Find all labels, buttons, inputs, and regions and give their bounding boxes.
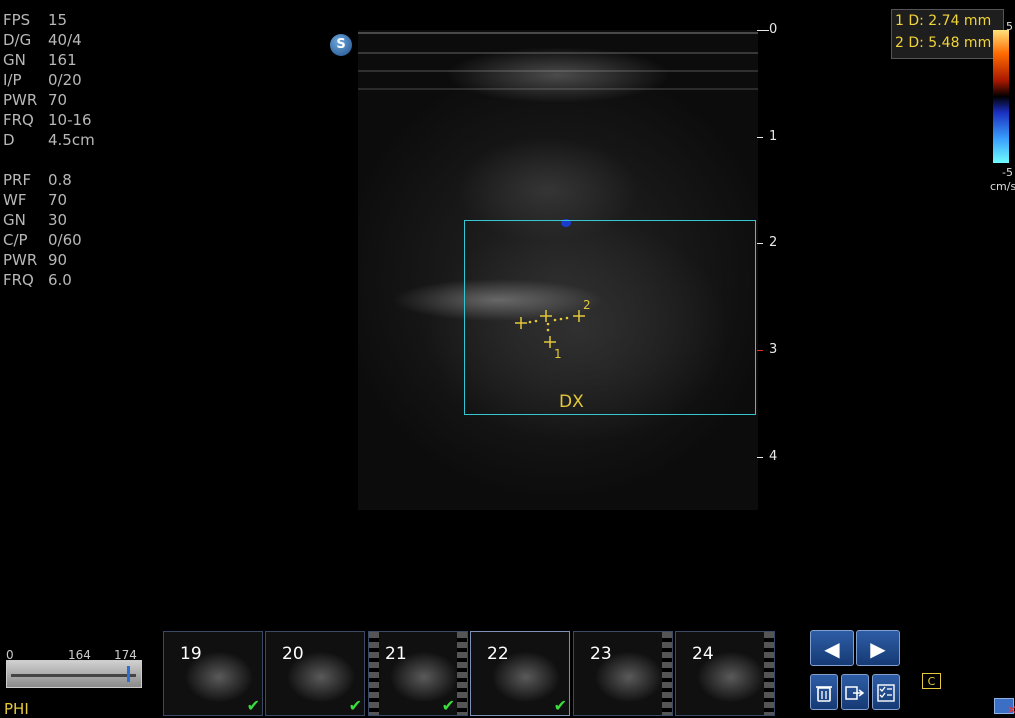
thumbnail-item[interactable]: 19 ✔: [163, 631, 263, 716]
depth-label: 4: [769, 449, 778, 464]
measurement-row: 2 D: 5.48 mm: [895, 35, 992, 51]
depth-label: 3: [769, 342, 778, 357]
phi-slider[interactable]: 0 164 174: [6, 648, 142, 690]
film-strip-icon: [662, 632, 672, 715]
prev-page-button[interactable]: ◀: [810, 630, 854, 666]
thumbnail-item[interactable]: 23: [573, 631, 673, 716]
imaging-params: FPS 15 D/G 40/4 GN 161 I/P 0/20 PWR 70 FRQ 10-…: [3, 10, 95, 150]
color-scale-unit: cm/s: [990, 180, 1015, 193]
color-roi-box[interactable]: [464, 220, 756, 415]
tissue-layer: [358, 70, 758, 72]
depth-scale: 0 1 2 3 4: [757, 20, 797, 490]
thumbnail-item[interactable]: 22 ✔: [470, 631, 570, 716]
next-arrow-icon: ▶: [870, 637, 886, 661]
thumbnail-number: 20: [282, 644, 304, 664]
tissue-layer: [358, 88, 758, 90]
param-row: FRQ 6.0: [3, 271, 72, 289]
depth-tick: [757, 137, 763, 138]
tissue-layer: [358, 52, 758, 54]
export-icon: [845, 686, 865, 700]
param-row: D/G 40/4: [3, 31, 82, 49]
thumbnail-item[interactable]: 24: [675, 631, 775, 716]
roi-label: DX: [559, 392, 584, 412]
param-row: FPS 15: [3, 11, 68, 29]
sono-logo-icon: S: [330, 34, 352, 56]
depth-tick: [757, 243, 763, 244]
thumbnail-item[interactable]: 21 ✔: [368, 631, 468, 716]
tissue-layer: [358, 32, 758, 34]
check-icon: ✔: [553, 696, 567, 715]
thumbnail-strip: 19 ✔ 20 ✔ 21 ✔ 22 ✔ 23 24: [163, 631, 775, 716]
measurement-results: 1 D: 2.74 mm 2 D: 5.48 mm: [891, 9, 1004, 59]
focus-marker-icon: [757, 350, 763, 351]
checklist-icon: [877, 684, 895, 702]
disconnect-icon: ✕: [1006, 703, 1015, 717]
param-row: FRQ 10-16: [3, 111, 92, 129]
param-row: I/P 0/20: [3, 71, 82, 89]
phi-slider-handle[interactable]: [127, 666, 130, 682]
thumbnail-number: 24: [692, 644, 714, 664]
thumbnail-number: 23: [590, 644, 612, 664]
color-scale-bottom: -5: [1002, 166, 1013, 179]
check-icon: ✔: [246, 696, 260, 715]
phi-track-box[interactable]: [6, 660, 142, 688]
measurement-row: 1 D: 2.74 mm: [895, 13, 992, 29]
param-row: D 4.5cm: [3, 131, 95, 149]
next-page-button[interactable]: ▶: [856, 630, 900, 666]
check-icon: ✔: [441, 696, 455, 715]
thumbnail-number: 22: [487, 644, 509, 664]
param-row: GN 30: [3, 211, 68, 229]
export-button[interactable]: [841, 674, 869, 710]
param-row: PRF 0.8: [3, 171, 72, 189]
param-row: PWR 70: [3, 91, 68, 109]
check-icon: ✔: [348, 696, 362, 715]
param-row: GN 161: [3, 51, 77, 69]
phi-label: PHI: [4, 700, 29, 718]
thumbnail-number: 19: [180, 644, 202, 664]
depth-label: 2: [769, 235, 778, 250]
param-row: PWR 90: [3, 251, 68, 269]
phi-track: [11, 674, 136, 677]
color-params: PRF 0.8 WF 70 GN 30 C/P 0/60 PWR 90 FRQ 6.0: [3, 170, 82, 290]
thumbnail-item[interactable]: 20 ✔: [265, 631, 365, 716]
prev-arrow-icon: ◀: [824, 637, 840, 661]
delete-button[interactable]: [810, 674, 838, 710]
depth-label: 0: [769, 22, 778, 37]
depth-tick: [757, 30, 769, 31]
network-status-icon: ✕: [994, 698, 1015, 717]
film-strip-icon: [764, 632, 774, 715]
color-scale-top: 5: [1006, 20, 1013, 33]
color-velocity-bar: [993, 30, 1009, 163]
trash-icon: [816, 686, 832, 702]
cine-icon[interactable]: C: [922, 673, 941, 689]
film-strip-icon: [369, 632, 379, 715]
depth-tick: [757, 457, 763, 458]
param-row: C/P 0/60: [3, 231, 82, 249]
depth-label: 1: [769, 129, 778, 144]
film-strip-icon: [457, 632, 467, 715]
checklist-button[interactable]: [872, 674, 900, 710]
thumbnail-number: 21: [385, 644, 407, 664]
param-row: WF 70: [3, 191, 68, 209]
